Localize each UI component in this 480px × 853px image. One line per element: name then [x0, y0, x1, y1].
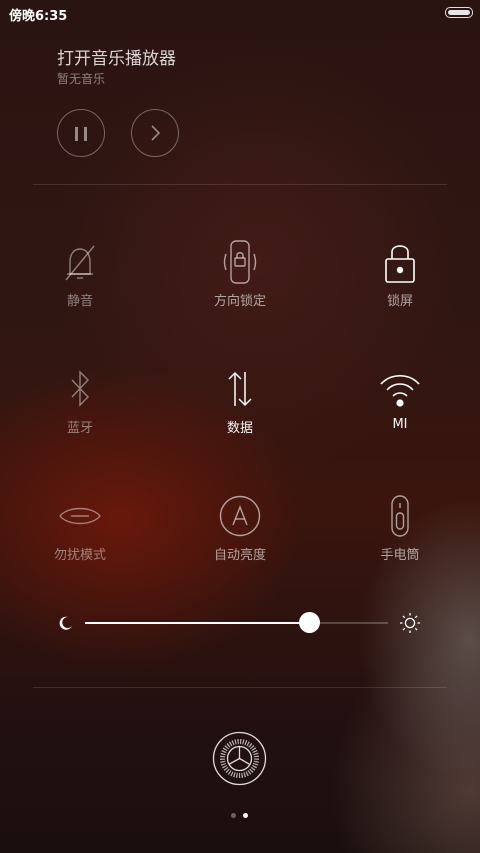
- page-dot-1[interactable]: [231, 813, 236, 818]
- toggle-bluetooth[interactable]: 蓝牙: [20, 367, 140, 436]
- toggle-wifi[interactable]: MI: [340, 367, 460, 432]
- flashlight-label: 手电筒: [380, 548, 420, 563]
- auto-brightness-label: 自动亮度: [213, 548, 266, 563]
- divider-bottom: [33, 687, 447, 688]
- pause-button[interactable]: [57, 109, 105, 157]
- auto-brightness-icon: [219, 495, 261, 537]
- mute-label: 静音: [66, 294, 93, 309]
- flashlight-icon: [391, 495, 409, 537]
- bluetooth-icon: [71, 370, 89, 407]
- divider-top: [33, 184, 447, 185]
- moon-eye-icon: [59, 507, 101, 525]
- lock-screen-label: 锁屏: [386, 294, 413, 309]
- wifi-label: MI: [392, 417, 408, 432]
- dnd-label: 勿扰模式: [53, 548, 106, 563]
- wifi-icon: [380, 374, 420, 407]
- lock-icon: [385, 245, 415, 283]
- toggle-lock-screen[interactable]: 锁屏: [340, 240, 460, 309]
- toggle-mute[interactable]: 静音: [20, 240, 140, 309]
- data-arrows-icon: [228, 371, 252, 407]
- next-button[interactable]: [131, 109, 179, 157]
- brightness-fill: [85, 622, 310, 624]
- bell-off-icon: [65, 245, 95, 281]
- settings-gear-icon: [212, 731, 267, 786]
- toggle-flashlight[interactable]: 手电筒: [340, 494, 460, 563]
- music-subtitle: 暂无音乐: [57, 72, 106, 86]
- rotation-lock-icon: [223, 240, 257, 284]
- page-dot-2[interactable]: [243, 813, 248, 818]
- status-bar: 傍晚6:35: [0, 0, 480, 26]
- music-title[interactable]: 打开音乐播放器: [57, 44, 176, 69]
- toggle-auto-brightness[interactable]: 自动亮度: [180, 494, 300, 563]
- toggle-data[interactable]: 数据: [180, 367, 300, 436]
- toggle-dnd[interactable]: 勿扰模式: [20, 494, 140, 563]
- status-time: 傍晚6:35: [9, 9, 68, 24]
- bluetooth-label: 蓝牙: [66, 421, 93, 436]
- rotation-lock-label: 方向锁定: [213, 294, 266, 309]
- sun-icon: [400, 613, 420, 633]
- brightness-thumb[interactable]: [299, 612, 321, 633]
- settings-button[interactable]: [212, 731, 267, 786]
- moon-icon: [59, 616, 72, 630]
- data-label: 数据: [226, 421, 253, 436]
- toggle-rotation-lock[interactable]: 方向锁定: [180, 240, 300, 309]
- chevron-right-icon: [151, 125, 161, 141]
- brightness-slider[interactable]: [85, 612, 388, 633]
- battery-icon: [445, 7, 473, 18]
